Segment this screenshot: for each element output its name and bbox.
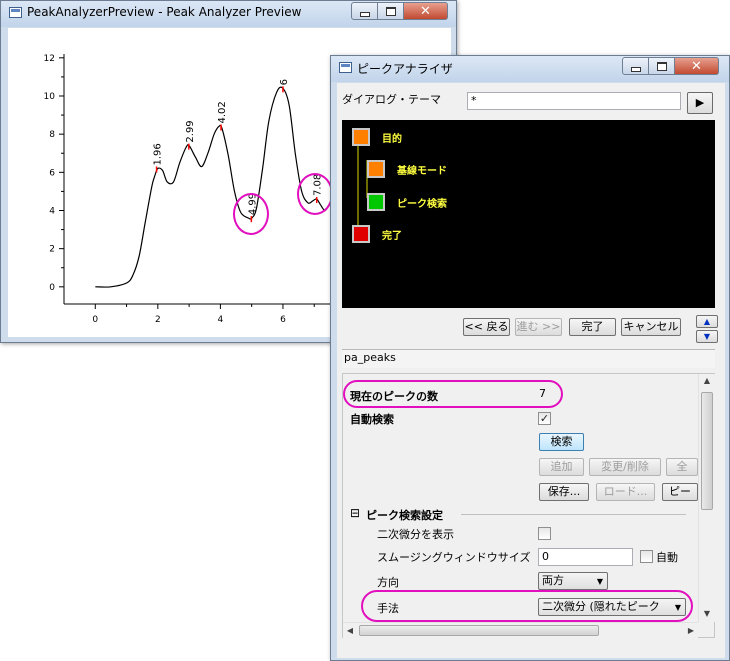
- y-tick-label: 6: [49, 168, 55, 178]
- save-button[interactable]: 保存...: [539, 483, 589, 501]
- collapse-up-button[interactable]: ▲: [696, 315, 718, 328]
- show-2nd-derivative-label: 二次微分を表示: [377, 528, 454, 541]
- tree-node-2-label[interactable]: 基線モード: [397, 162, 447, 177]
- tree-node-4-label[interactable]: 完了: [382, 227, 402, 242]
- x-tick-label: 4: [218, 315, 224, 325]
- peak-search-settings-title: ピーク検索設定: [366, 509, 443, 522]
- checkmark-icon: ✓: [539, 412, 550, 425]
- page-name-bar: pa_peaks: [342, 349, 715, 368]
- peak-label: 4.02: [217, 101, 228, 123]
- dialog-close-button[interactable]: ✕: [675, 57, 719, 75]
- settings-horizontal-scrollbar[interactable]: ◀ ▶: [343, 622, 698, 638]
- dialog-minimize-button[interactable]: [622, 57, 649, 75]
- tree-node-2-icon[interactable]: [367, 160, 385, 178]
- theme-menu-button[interactable]: ▶: [687, 92, 713, 114]
- scroll-down-icon[interactable]: ▼: [699, 609, 715, 618]
- tree-node-1-label[interactable]: 目的: [382, 130, 402, 145]
- y-tick-label: 0: [49, 283, 55, 293]
- back-button[interactable]: << 戻る: [463, 318, 510, 336]
- maximize-icon: [656, 61, 667, 71]
- minimize-icon: [630, 66, 641, 72]
- theme-label: ダイアログ・テーマ: [342, 93, 441, 106]
- auto-search-checkbox[interactable]: ✓: [538, 412, 551, 425]
- data-series-line: [95, 86, 331, 288]
- theme-arrow-icon: ▶: [695, 96, 705, 109]
- scroll-left-icon[interactable]: ◀: [345, 626, 355, 635]
- preview-titlebar[interactable]: PeakAnalyzerPreview - Peak Analyzer Prev…: [1, 1, 456, 27]
- load-button[interactable]: ロード...: [596, 483, 655, 501]
- dialog-app-icon: [339, 62, 352, 73]
- chart-series: [95, 86, 331, 288]
- next-button[interactable]: 進む >>: [515, 318, 562, 336]
- theme-input[interactable]: *: [467, 92, 681, 110]
- highlight-peak-7.08: [297, 173, 333, 215]
- peak-label: 6: [279, 79, 290, 85]
- y-tick-label: 2: [49, 245, 55, 255]
- maximize-icon: [385, 6, 396, 16]
- y-tick-label: 10: [44, 92, 56, 102]
- dialog-title: ピークアナライザ: [357, 62, 453, 76]
- highlight-peak-4.99: [233, 193, 269, 235]
- scroll-up-icon[interactable]: ▲: [699, 376, 715, 385]
- minimize-icon: [359, 11, 370, 17]
- tree-node-1-icon[interactable]: [352, 128, 370, 146]
- auto-search-label: 自動検索: [350, 413, 394, 426]
- peak-analyzer-dialog[interactable]: ピークアナライザ ✕ ダイアログ・テーマ * ▶ 目的 基線モード ピーク検索 完了 …: [330, 55, 730, 661]
- smoothing-window-input[interactable]: 0: [538, 548, 633, 566]
- close-icon: ✕: [691, 58, 702, 74]
- x-tick-label: 6: [280, 315, 286, 325]
- horizontal-scrollbar-thumb[interactable]: [359, 625, 599, 636]
- preview-window-title: PeakAnalyzerPreview - Peak Analyzer Prev…: [27, 5, 302, 19]
- chart-ticks: 0 2 4 6 8 10 12 0 2 4 6: [44, 54, 315, 325]
- direction-dropdown[interactable]: 両方 ▼: [538, 572, 608, 590]
- chevron-down-icon: ▼: [596, 577, 603, 586]
- scroll-right-icon[interactable]: ▶: [686, 626, 696, 635]
- page-name: pa_peaks: [344, 351, 396, 364]
- y-tick-label: 12: [44, 54, 55, 64]
- x-tick-label: 2: [155, 315, 161, 325]
- tree-node-3-label[interactable]: ピーク検索: [397, 195, 447, 210]
- show-2nd-derivative-checkbox[interactable]: [538, 527, 551, 540]
- close-button[interactable]: ✕: [404, 2, 448, 20]
- cancel-button[interactable]: キャンセル: [621, 318, 681, 336]
- search-button[interactable]: 検索: [539, 433, 584, 451]
- scrollbar-thumb[interactable]: [701, 392, 713, 510]
- highlight-current-peaks: [343, 380, 563, 408]
- expand-down-button[interactable]: ▼: [696, 330, 718, 343]
- peak-label: 1.96: [153, 143, 164, 165]
- finish-button[interactable]: 完了: [569, 318, 616, 336]
- triangle-up-icon: ▲: [703, 317, 711, 326]
- wizard-tree-panel: 目的基線モードピーク検索完了: [342, 120, 715, 308]
- section-divider: [461, 514, 686, 515]
- highlight-method: [361, 590, 693, 622]
- smoothing-auto-label: 自動: [656, 551, 678, 564]
- select-all-button[interactable]: 全: [666, 458, 698, 476]
- direction-label: 方向: [377, 576, 399, 589]
- y-tick-label: 8: [49, 130, 55, 140]
- dialog-titlebar[interactable]: ピークアナライザ ✕: [331, 56, 729, 82]
- graph-window-icon: [9, 7, 22, 18]
- peak-button[interactable]: ピー: [662, 483, 698, 501]
- maximize-button[interactable]: [378, 2, 404, 20]
- settings-vertical-scrollbar[interactable]: ▲ ▼: [698, 374, 715, 622]
- triangle-down-icon: ▼: [703, 332, 711, 341]
- modify-delete-button[interactable]: 変更/削除: [589, 458, 661, 476]
- close-icon: ✕: [420, 3, 431, 19]
- add-button[interactable]: 追加: [539, 458, 584, 476]
- tree-node-3-icon[interactable]: [367, 193, 385, 211]
- peak-label: 2.99: [185, 120, 196, 142]
- tree-node-4-icon[interactable]: [352, 225, 370, 243]
- section-toggle-icon[interactable]: ⊟: [350, 506, 360, 520]
- smoothing-window-label: スムージングウィンドウサイズ: [377, 551, 531, 564]
- minimize-button[interactable]: [351, 2, 378, 20]
- smoothing-auto-checkbox[interactable]: [640, 550, 653, 563]
- x-tick-label: 0: [92, 315, 98, 325]
- y-tick-label: 4: [49, 206, 55, 216]
- dialog-maximize-button[interactable]: [649, 57, 675, 75]
- direction-value: 両方: [542, 574, 564, 587]
